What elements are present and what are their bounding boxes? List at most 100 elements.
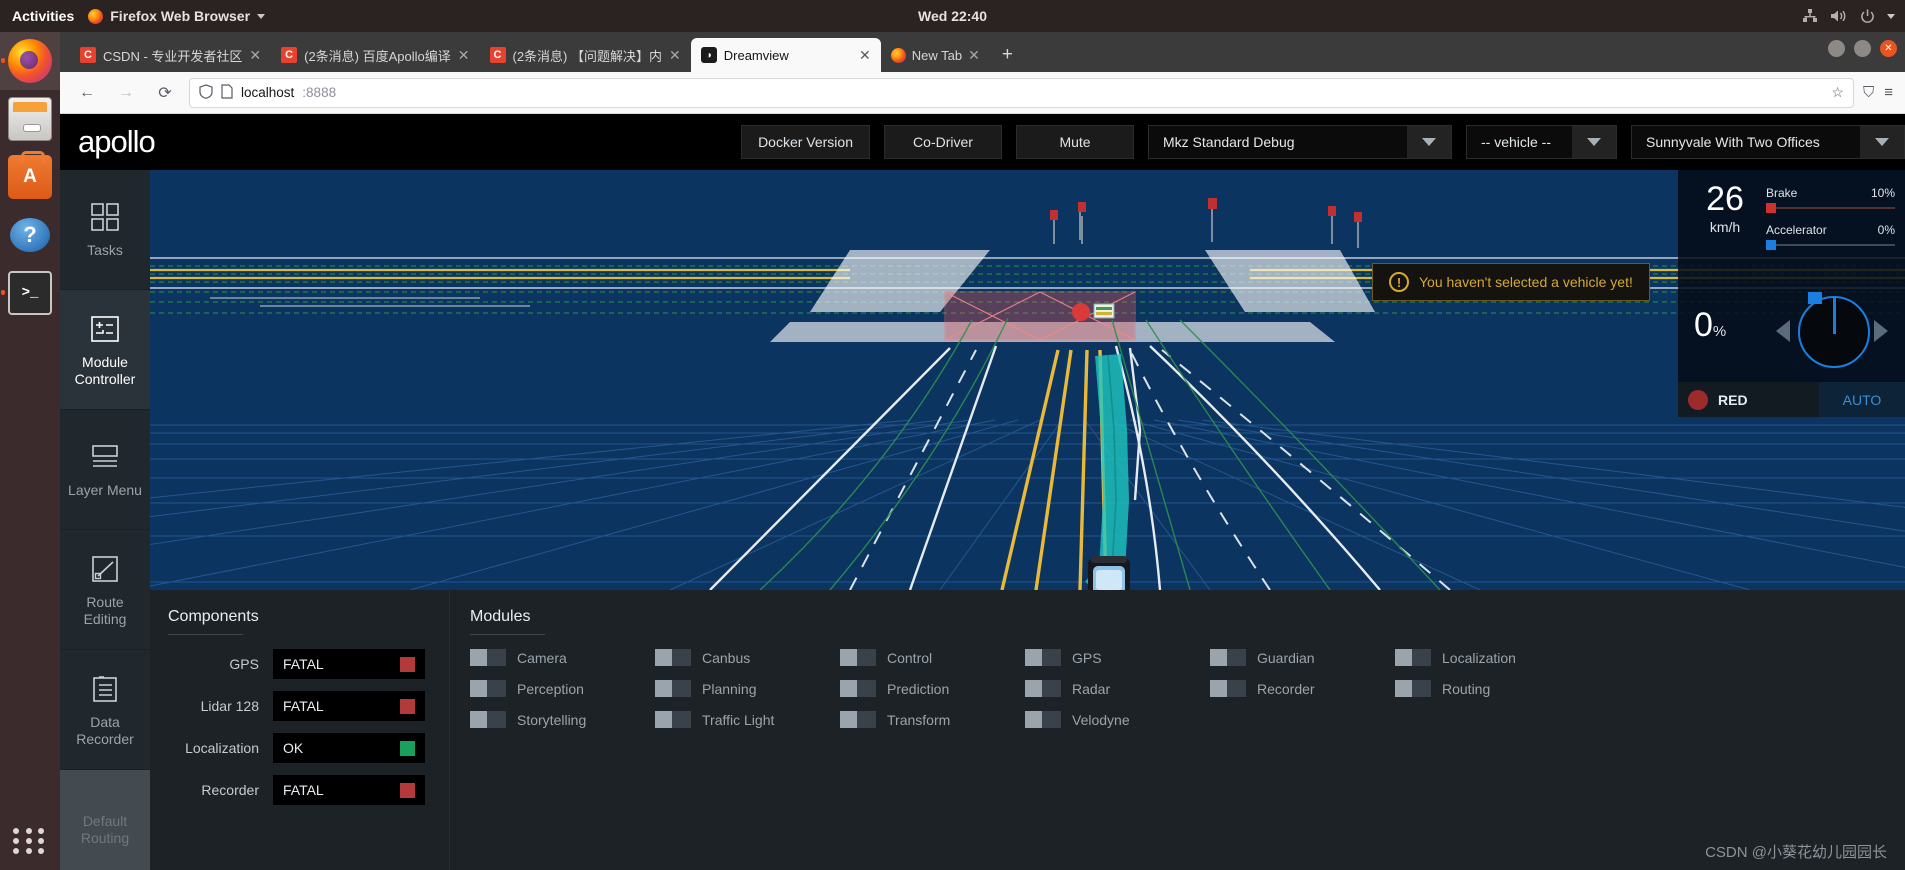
sidebar-item-layer-menu[interactable]: Layer Menu — [60, 410, 150, 530]
close-icon[interactable]: ✕ — [669, 47, 681, 64]
module-toggle-velodyne[interactable]: Velodyne — [1025, 711, 1210, 728]
modules-panel: Modules Camera Canbus Control GPS Guardi… — [450, 590, 1905, 870]
dock-item-files[interactable] — [0, 90, 60, 148]
module-label: Recorder — [1257, 680, 1315, 697]
sidebar-item-label: Default Routing — [80, 812, 130, 846]
back-button[interactable]: ← — [72, 78, 102, 108]
sidebar-item-module-controller[interactable]: Module Controller — [60, 290, 150, 410]
toggle-switch[interactable] — [1025, 680, 1061, 697]
module-toggle-canbus[interactable]: Canbus — [655, 649, 840, 666]
mute-button[interactable]: Mute — [1016, 125, 1134, 159]
toggle-switch[interactable] — [1395, 680, 1431, 697]
module-toggle-routing[interactable]: Routing — [1395, 680, 1580, 697]
toggle-switch[interactable] — [1025, 711, 1061, 728]
toggle-switch[interactable] — [655, 711, 691, 728]
module-toggle-planning[interactable]: Planning — [655, 680, 840, 697]
browser-tab[interactable]: C CSDN - 专业开发者社区 ✕ — [70, 38, 271, 72]
volume-icon[interactable] — [1830, 9, 1848, 23]
sidebar-item-data-recorder[interactable]: Data Recorder — [60, 650, 150, 770]
tab-title: CSDN - 专业开发者社区 — [103, 48, 243, 64]
system-tray[interactable] — [1802, 9, 1895, 24]
power-icon[interactable] — [1860, 9, 1875, 24]
toggle-switch[interactable] — [470, 711, 506, 728]
accelerator-bar — [1766, 240, 1895, 250]
module-toggle-perception[interactable]: Perception — [470, 680, 655, 697]
module-toggle-gps[interactable]: GPS — [1025, 649, 1210, 666]
shield-icon[interactable] — [199, 83, 213, 102]
module-label: Storytelling — [517, 711, 587, 728]
module-toggle-recorder[interactable]: Recorder — [1210, 680, 1395, 697]
accelerator-label: Accelerator — [1766, 223, 1827, 237]
module-toggle-camera[interactable]: Camera — [470, 649, 655, 666]
module-toggle-localization[interactable]: Localization — [1395, 649, 1580, 666]
minimize-button[interactable] — [1828, 40, 1845, 57]
sidebar-item-default-routing[interactable]: Default Routing — [60, 770, 150, 870]
sidebar-item-tasks[interactable]: Tasks — [60, 170, 150, 290]
close-window-button[interactable]: ✕ — [1880, 40, 1897, 57]
close-icon[interactable]: ✕ — [458, 47, 470, 64]
modules-grid: Camera Canbus Control GPS Guardian Local… — [470, 649, 1905, 728]
clipboard-icon — [87, 672, 123, 706]
dock-item-firefox[interactable] — [0, 32, 60, 90]
toggle-switch[interactable] — [470, 680, 506, 697]
new-tab-item[interactable]: New Tab ✕ — [881, 38, 990, 72]
network-icon[interactable] — [1802, 9, 1818, 23]
divider — [470, 634, 545, 635]
toggle-switch[interactable] — [840, 680, 876, 697]
sidebar-item-route-editing[interactable]: Route Editing — [60, 530, 150, 650]
close-icon[interactable]: ✕ — [968, 47, 980, 64]
module-toggle-radar[interactable]: Radar — [1025, 680, 1210, 697]
toggle-switch[interactable] — [655, 680, 691, 697]
chevron-down-icon[interactable] — [1572, 126, 1616, 158]
3d-scene-view[interactable]: ! You haven't selected a vehicle yet! 26… — [150, 170, 1905, 590]
browser-tab-active[interactable]: ◑ Dreamview ✕ — [690, 38, 881, 72]
toggle-switch[interactable] — [470, 649, 506, 666]
toggle-switch[interactable] — [655, 649, 691, 666]
mode-select[interactable]: Mkz Standard Debug — [1148, 125, 1452, 159]
topbar-app-menu[interactable]: Firefox Web Browser — [88, 8, 266, 24]
dock-item-terminal[interactable]: >_ — [0, 264, 60, 322]
help-icon: ? — [10, 218, 50, 252]
toggle-switch[interactable] — [1210, 649, 1246, 666]
vehicle-select[interactable]: -- vehicle -- — [1466, 125, 1617, 159]
dreamview-header: apollo Docker Version Co-Driver Mute Mkz… — [60, 114, 1905, 170]
clock[interactable]: Wed 22:40 — [918, 8, 987, 24]
chevron-down-icon[interactable] — [1860, 126, 1904, 158]
new-tab-button[interactable]: + — [990, 38, 1025, 72]
activities-button[interactable]: Activities — [0, 8, 88, 24]
pocket-icon[interactable]: ⛉ — [1863, 84, 1874, 101]
toggle-switch[interactable] — [1395, 649, 1431, 666]
browser-tab[interactable]: C (2条消息) 百度Apollo编译 ✕ — [271, 38, 479, 72]
dock-item-ubuntu-software[interactable]: A — [0, 148, 60, 206]
browser-tab[interactable]: C (2条消息) 【问题解决】内 ✕ — [480, 38, 691, 72]
toggle-switch[interactable] — [1025, 649, 1061, 666]
toggle-switch[interactable] — [840, 711, 876, 728]
menu-icon[interactable]: ≡ — [1884, 84, 1893, 101]
close-icon[interactable]: ✕ — [859, 47, 871, 64]
close-icon[interactable]: ✕ — [249, 47, 261, 64]
module-toggle-control[interactable]: Control — [840, 649, 1025, 666]
reload-button[interactable]: ⟳ — [150, 78, 180, 108]
page-info-icon[interactable] — [221, 83, 233, 102]
co-driver-button[interactable]: Co-Driver — [884, 125, 1002, 159]
docker-version-button[interactable]: Docker Version — [741, 125, 870, 159]
forward-button[interactable]: → — [111, 78, 141, 108]
module-toggle-storytelling[interactable]: Storytelling — [470, 711, 655, 728]
map-select[interactable]: Sunnyvale With Two Offices — [1631, 125, 1905, 159]
module-toggle-prediction[interactable]: Prediction — [840, 680, 1025, 697]
module-toggle-guardian[interactable]: Guardian — [1210, 649, 1395, 666]
tab-title: New Tab — [911, 47, 963, 63]
module-label: Traffic Light — [702, 711, 775, 728]
url-bar[interactable]: localhost:8888 ☆ — [189, 77, 1854, 108]
chevron-down-icon[interactable] — [1407, 126, 1451, 158]
chevron-down-icon[interactable] — [1887, 13, 1895, 19]
layers-icon — [87, 440, 123, 474]
module-toggle-traffic-light[interactable]: Traffic Light — [655, 711, 840, 728]
toggle-switch[interactable] — [1210, 680, 1246, 697]
dock-item-help[interactable]: ? — [0, 206, 60, 264]
module-toggle-transform[interactable]: Transform — [840, 711, 1025, 728]
toggle-switch[interactable] — [840, 649, 876, 666]
bookmark-star-icon[interactable]: ☆ — [1831, 84, 1844, 101]
show-applications-button[interactable] — [13, 828, 47, 854]
maximize-button[interactable] — [1854, 40, 1871, 57]
